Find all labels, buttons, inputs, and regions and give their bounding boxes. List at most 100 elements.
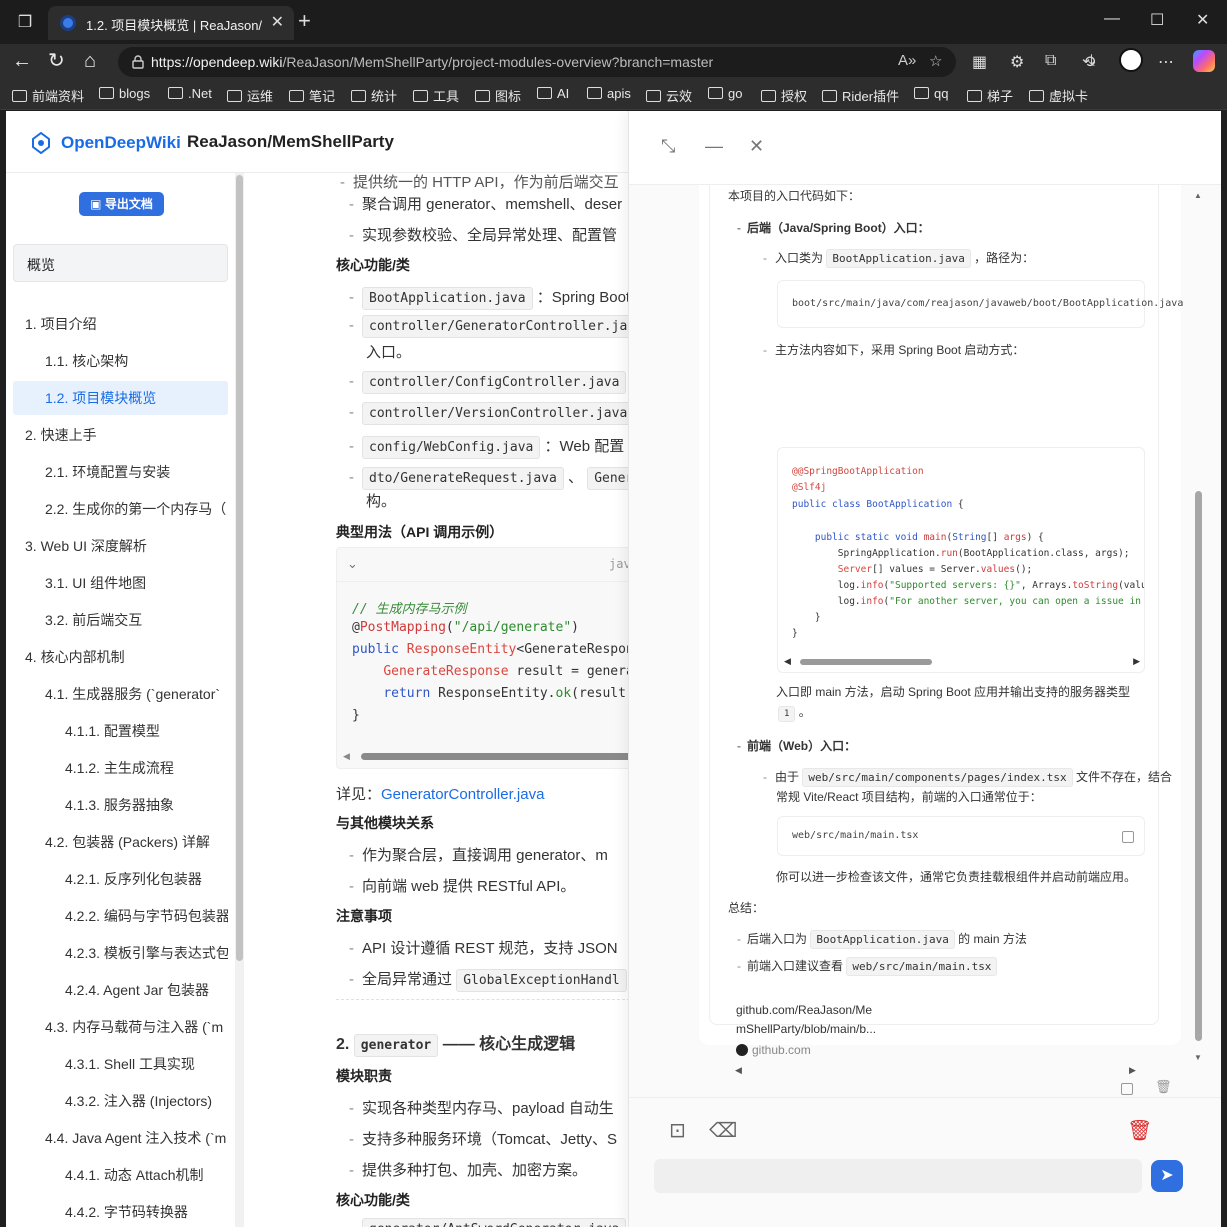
sidebar-item[interactable]: 1. 项目介绍 (13, 307, 228, 341)
eraser-icon[interactable]: ⌫ (709, 1118, 737, 1143)
brand-name[interactable]: OpenDeepWiki (61, 133, 181, 153)
repo-title[interactable]: ReaJason/MemShellParty (187, 132, 394, 152)
image-upload-icon[interactable]: ⊡ (669, 1118, 686, 1143)
sidebar-item[interactable]: 4.1.3. 服务器抽象 (13, 788, 228, 822)
sidebar-item[interactable]: 4.4.1. 动态 Attach机制 (13, 1158, 228, 1192)
close-window-icon[interactable]: ✕ (1196, 10, 1209, 30)
collapse-panel-icon[interactable]: ⤡ (661, 137, 675, 155)
chat-input[interactable] (654, 1159, 1142, 1193)
bookmark-folder[interactable]: 笔记 (289, 86, 335, 105)
sidebar-item[interactable]: 4.3. 内存马载荷与注入器 (`m (13, 1010, 228, 1044)
copilot-icon[interactable] (1193, 50, 1215, 72)
sidebar-item[interactable]: 2. 快速上手 (13, 418, 228, 452)
generator-controller-link[interactable]: GeneratorController.java (381, 786, 544, 803)
address-bar[interactable]: https://opendeep.wiki/ReaJason/MemShellP… (118, 47, 956, 77)
sidebar-item[interactable]: 4.2.4. Agent Jar 包装器 (13, 973, 228, 1007)
bookmark-folder[interactable]: AI (537, 86, 569, 101)
bookmark-folder[interactable]: qq (914, 86, 948, 101)
doc-list-item: - 聚合调用 generator、memshell、deser (349, 196, 623, 213)
back-icon[interactable]: ← (12, 50, 32, 72)
collapse-chevron-icon[interactable]: ⌄ (347, 556, 358, 572)
sidebar-item[interactable]: 4.1. 生成器服务 (`generator` (13, 677, 228, 711)
bookmark-folder[interactable]: 云效 (646, 86, 692, 105)
source-link[interactable]: github.com/ReaJason/Me (736, 1003, 872, 1017)
favorite-star-icon[interactable]: ☆ (929, 52, 942, 70)
sidebar-item[interactable]: 1.1. 核心架构 (13, 344, 228, 378)
sidebar-item[interactable]: 4.4. Java Agent 注入技术 (`m (13, 1121, 228, 1155)
more-menu-icon[interactable]: ⋯ (1158, 52, 1174, 72)
copy-message-icon[interactable] (1121, 1083, 1133, 1095)
sidebar-item[interactable]: 4.2.2. 编码与字节码包装器 (13, 899, 228, 933)
downloads-icon[interactable]: ⤓ (1088, 52, 1095, 70)
new-tab-icon[interactable]: + (298, 10, 311, 32)
url-text[interactable]: https://opendeep.wiki/ReaJason/MemShellP… (151, 54, 713, 70)
split-screen-icon[interactable]: ⧉ (1045, 52, 1056, 70)
bookmark-folder[interactable]: 运维 (227, 86, 273, 105)
bookmark-folder[interactable]: 图标 (475, 86, 521, 105)
browser-window: ❒ 1.2. 项目模块概览 | ReaJason/MemShellParty ✕… (0, 0, 1227, 1227)
sidebar-item[interactable]: 4.2.1. 反序列化包装器 (13, 862, 228, 896)
sidebar-item[interactable]: 4.2.3. 模板引擎与表达式包 (13, 936, 228, 970)
java-scroll-thumb[interactable] (800, 659, 932, 665)
chat-scrollbar[interactable]: ▲ ▼ (1193, 191, 1203, 1071)
sidebar-item[interactable]: 4.2. 包装器 (Packers) 详解 (13, 825, 228, 859)
sidebar-item[interactable]: 4.4.2. 字节码转换器 (13, 1195, 228, 1227)
copy-icon[interactable] (1122, 831, 1134, 843)
refresh-icon[interactable]: ↻ (48, 50, 65, 72)
export-doc-button[interactable]: ▣ 导出文档 (79, 192, 164, 216)
bookmark-folder[interactable]: blogs (99, 86, 150, 101)
bookmark-folder[interactable]: 工具 (413, 86, 459, 105)
sidebar-item[interactable]: 2.1. 环境配置与安装 (13, 455, 228, 489)
read-aloud-icon[interactable]: A» (898, 52, 916, 69)
code-line: log.info("For another server, you can op… (792, 596, 1141, 607)
code-scroll-thumb[interactable] (361, 753, 651, 760)
bookmark-folder[interactable]: apis (587, 86, 631, 101)
sidebar-scrollbar[interactable] (235, 173, 244, 1227)
sidebar-item[interactable]: 4. 核心内部机制 (13, 640, 228, 674)
workspaces-icon[interactable]: ❒ (14, 12, 36, 34)
chat-text: 总结： (728, 901, 765, 915)
chat-scroll-thumb[interactable] (1195, 491, 1202, 1041)
code-line: } (792, 628, 798, 639)
maximize-icon[interactable]: ☐ (1150, 10, 1164, 30)
bookmark-folder[interactable]: Rider插件 (822, 86, 899, 105)
sidebar-item[interactable]: 4.3.2. 注入器 (Injectors) (13, 1084, 228, 1118)
lock-icon[interactable] (130, 54, 146, 70)
link-scroll-right[interactable]: ▶ (1129, 1065, 1136, 1076)
link-scroll-left[interactable]: ◀ (735, 1065, 742, 1076)
citation-badge[interactable]: 1 (778, 706, 796, 722)
sidebar-item[interactable]: 4.1.1. 配置模型 (13, 714, 228, 748)
sidebar-item[interactable]: 3.2. 前后端交互 (13, 603, 228, 637)
sidebar-item[interactable]: 2.2. 生成你的第一个内存马（ (13, 492, 228, 526)
sidebar-item[interactable]: 3.1. UI 组件地图 (13, 566, 228, 600)
qr-code-icon[interactable]: ▦ (972, 52, 987, 72)
minimize-icon[interactable]: — (1104, 10, 1120, 28)
opendeepwiki-logo-icon[interactable] (30, 131, 52, 155)
ai-chat-panel: ⤡ — ✕ 本项目的入口代码如下： - 后端（Java/Spring Boot）入… (628, 111, 1221, 1227)
profile-avatar[interactable] (1119, 48, 1143, 72)
sidebar-item[interactable]: 4.1.2. 主生成流程 (13, 751, 228, 785)
tab-close-icon[interactable]: ✕ (271, 12, 284, 32)
bookmark-folder[interactable]: 前端资料 (12, 86, 84, 105)
bookmark-folder[interactable]: 虚拟卡 (1029, 86, 1088, 105)
bookmark-folder[interactable]: go (708, 86, 742, 101)
trash-icon[interactable]: 🗑 (1127, 1118, 1152, 1143)
close-panel-icon[interactable]: ✕ (749, 137, 764, 155)
java-code-scrollbar[interactable]: ◀ ▶ (784, 656, 1140, 668)
sidebar-item[interactable]: 4.3.1. Shell 工具实现 (13, 1047, 228, 1081)
minimize-panel-icon[interactable]: — (705, 137, 723, 155)
extensions-icon[interactable]: ⚙ (1010, 52, 1024, 72)
bookmark-folder[interactable]: 统计 (351, 86, 397, 105)
sidebar-scroll-thumb[interactable] (236, 175, 243, 961)
tab-active[interactable]: 1.2. 项目模块概览 | ReaJason/MemShellParty ✕ (48, 6, 294, 40)
bookmark-folder[interactable]: .Net (168, 86, 212, 101)
delete-message-icon[interactable]: 🗑 (1155, 1079, 1172, 1095)
sidebar-item[interactable]: 3. Web UI 深度解析 (13, 529, 228, 563)
send-button[interactable]: ➤ (1151, 1160, 1183, 1192)
sidebar-item-overview[interactable]: 概览 (13, 244, 228, 282)
bookmark-folder[interactable]: 授权 (761, 86, 807, 105)
home-icon[interactable]: ⌂ (84, 50, 96, 72)
sidebar-item[interactable]: 1.2. 项目模块概览 (13, 381, 228, 415)
source-link[interactable]: mShellParty/blob/main/b... (736, 1022, 876, 1036)
bookmark-folder[interactable]: 梯子 (967, 86, 1013, 105)
